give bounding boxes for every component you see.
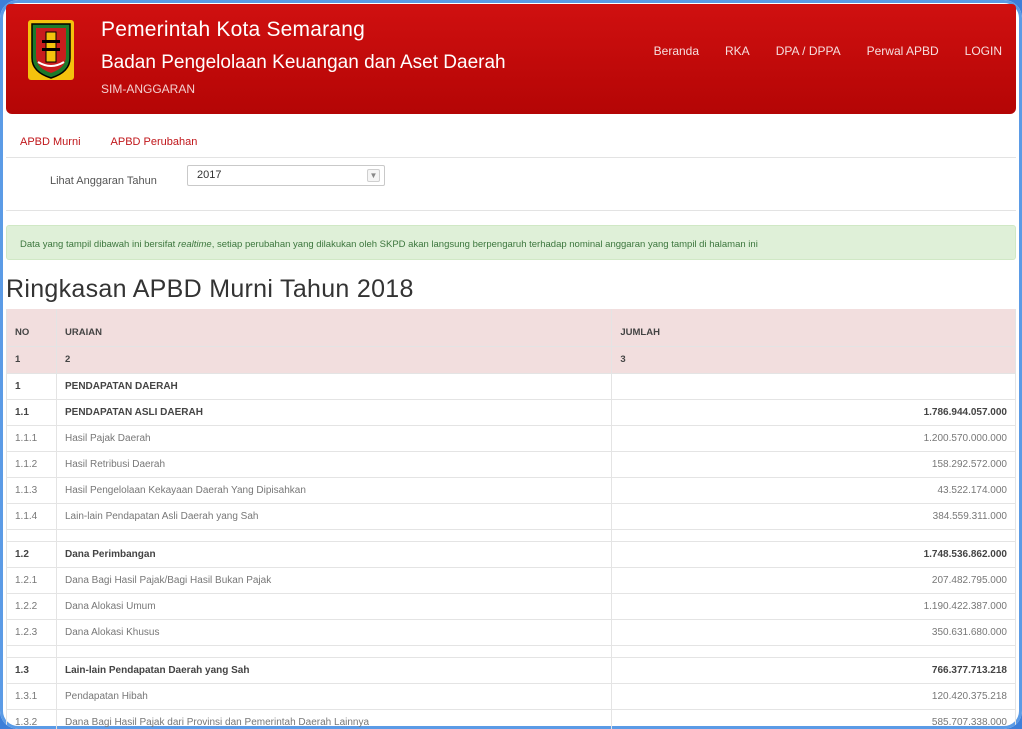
table-row: 1.1.3 Hasil Pengelolaan Kekayaan Daerah Y… — [6, 477, 1016, 504]
row-jumlah: 1.190.422.387.000 — [611, 593, 1016, 620]
year-select[interactable]: 2017 ▼ — [187, 165, 385, 186]
table-row: 1.2.2 Dana Alokasi Umum 1.190.422.387.000 — [6, 593, 1016, 620]
row-uraian: Dana Bagi Hasil Pajak dari Provinsi dan … — [56, 709, 613, 729]
row-no: 1.3.2 — [6, 709, 57, 729]
row-no: 1.2.2 — [6, 593, 57, 620]
row-no: 1.3 — [6, 657, 57, 684]
row-no: 1.1 — [6, 399, 57, 426]
row-uraian: Lain-lain Pendapatan Daerah yang Sah — [56, 657, 613, 684]
chevron-down-icon[interactable]: ▼ — [367, 169, 380, 182]
nav-rka[interactable]: RKA — [725, 44, 750, 58]
row-jumlah: 1.200.570.000.000 — [611, 425, 1016, 452]
row-uraian: Dana Alokasi Khusus — [56, 619, 613, 646]
table-index-row: 1 2 3 — [6, 346, 1016, 374]
row-uraian: PENDAPATAN ASLI DAERAH — [56, 399, 613, 426]
tab-apbd-perubahan[interactable]: APBD Perubahan — [111, 136, 198, 148]
table-spacer-row — [6, 645, 1016, 658]
row-no: 1.1.3 — [6, 477, 57, 504]
row-uraian: Dana Bagi Hasil Pajak/Bagi Hasil Bukan P… — [56, 567, 613, 594]
row-uraian: Pendapatan Hibah — [56, 683, 613, 710]
spacer-cell — [56, 529, 613, 542]
spacer-cell — [56, 645, 613, 658]
brand-title: Pemerintah Kota Semarang — [101, 18, 365, 41]
table-row: 1.2.3 Dana Alokasi Khusus 350.631.680.000 — [6, 619, 1016, 646]
spacer-cell — [611, 645, 1016, 658]
divider — [6, 157, 1016, 158]
row-uraian: Hasil Pajak Daerah — [56, 425, 613, 452]
table-row: 1 PENDAPATAN DAERAH — [6, 373, 1016, 400]
navbar: Pemerintah Kota Semarang Badan Pengelola… — [6, 4, 1016, 114]
row-no: 1.1.1 — [6, 425, 57, 452]
index-cell: 3 — [611, 346, 1016, 374]
alert-text-after: , setiap perubahan yang dilakukan oleh S… — [211, 239, 758, 250]
table-row: 1.3 Lain-lain Pendapatan Daerah yang Sah 7… — [6, 657, 1016, 684]
row-no: 1.3.1 — [6, 683, 57, 710]
apbd-summary-table: NO URAIAN JUMLAH 1 2 3 1 PENDAPATAN DAERA… — [6, 309, 1016, 729]
row-jumlah — [611, 373, 1016, 400]
main-nav: Beranda RKA DPA / DPPA Perwal APBD LOGIN — [628, 44, 1002, 58]
table-spacer-row — [6, 529, 1016, 542]
row-no: 1.1.4 — [6, 503, 57, 530]
index-cell: 1 — [6, 346, 57, 374]
row-jumlah: 158.292.572.000 — [611, 451, 1016, 478]
row-uraian: PENDAPATAN DAERAH — [56, 373, 613, 400]
city-crest-icon — [28, 20, 74, 80]
table-row: 1.2 Dana Perimbangan 1.748.536.862.000 — [6, 541, 1016, 568]
row-jumlah: 1.748.536.862.000 — [611, 541, 1016, 568]
brand-subtitle: Badan Pengelolaan Keuangan dan Aset Daer… — [101, 52, 506, 73]
table-row: 1.1.4 Lain-lain Pendapatan Asli Daerah ya… — [6, 503, 1016, 530]
table-row: 1.3.1 Pendapatan Hibah 120.420.375.218 — [6, 683, 1016, 710]
year-select-value: 2017 — [197, 169, 222, 181]
row-uraian: Dana Alokasi Umum — [56, 593, 613, 620]
row-jumlah: 384.559.311.000 — [611, 503, 1016, 530]
table-row: 1.1.1 Hasil Pajak Daerah 1.200.570.000.000 — [6, 425, 1016, 452]
table-row: 1.2.1 Dana Bagi Hasil Pajak/Bagi Hasil Bu… — [6, 567, 1016, 594]
row-no: 1.2.1 — [6, 567, 57, 594]
row-jumlah: 350.631.680.000 — [611, 619, 1016, 646]
row-jumlah: 766.377.713.218 — [611, 657, 1016, 684]
row-jumlah: 43.522.174.000 — [611, 477, 1016, 504]
alert-text-before: Data yang tampil dibawah ini bersifat — [20, 239, 178, 250]
sub-nav: APBD Murni APBD Perubahan — [20, 136, 227, 148]
table-row: 1.1 PENDAPATAN ASLI DAERAH 1.786.944.057.0… — [6, 399, 1016, 426]
spacer-cell — [6, 529, 57, 542]
row-jumlah: 585.707.338.000 — [611, 709, 1016, 729]
spacer-cell — [6, 645, 57, 658]
row-uraian: Hasil Retribusi Daerah — [56, 451, 613, 478]
header-jumlah: JUMLAH — [611, 309, 1016, 347]
row-jumlah: 120.420.375.218 — [611, 683, 1016, 710]
tab-apbd-murni[interactable]: APBD Murni — [20, 136, 81, 148]
row-jumlah: 207.482.795.000 — [611, 567, 1016, 594]
nav-beranda[interactable]: Beranda — [654, 44, 699, 58]
row-uraian: Hasil Pengelolaan Kekayaan Daerah Yang D… — [56, 477, 613, 504]
brand-app-name: SIM-ANGGARAN — [101, 82, 196, 96]
alert-text-em: realtime — [177, 239, 212, 250]
table-row: 1.1.2 Hasil Retribusi Daerah 158.292.572.0… — [6, 451, 1016, 478]
row-jumlah: 1.786.944.057.000 — [611, 399, 1016, 426]
nav-dpa-dppa[interactable]: DPA / DPPA — [776, 44, 841, 58]
row-uraian: Lain-lain Pendapatan Asli Daerah yang Sa… — [56, 503, 613, 530]
table-header-row: NO URAIAN JUMLAH — [6, 309, 1016, 347]
divider — [6, 210, 1016, 211]
row-no: 1.1.2 — [6, 451, 57, 478]
index-cell: 2 — [56, 346, 613, 374]
year-filter-label: Lihat Anggaran Tahun — [50, 175, 157, 187]
row-no: 1.2.3 — [6, 619, 57, 646]
nav-login[interactable]: LOGIN — [965, 44, 1002, 58]
header-uraian: URAIAN — [56, 309, 613, 347]
table-row: 1.3.2 Dana Bagi Hasil Pajak dari Provinsi… — [6, 709, 1016, 729]
row-no: 1.2 — [6, 541, 57, 568]
header-no: NO — [6, 309, 57, 347]
row-uraian: Dana Perimbangan — [56, 541, 613, 568]
nav-perwal-apbd[interactable]: Perwal APBD — [867, 44, 939, 58]
spacer-cell — [611, 529, 1016, 542]
row-no: 1 — [6, 373, 57, 400]
browser-frame: Pemerintah Kota Semarang Badan Pengelola… — [0, 0, 1022, 729]
realtime-alert: Data yang tampil dibawah ini bersifat re… — [6, 225, 1016, 260]
page-title: Ringkasan APBD Murni Tahun 2018 — [6, 275, 414, 303]
